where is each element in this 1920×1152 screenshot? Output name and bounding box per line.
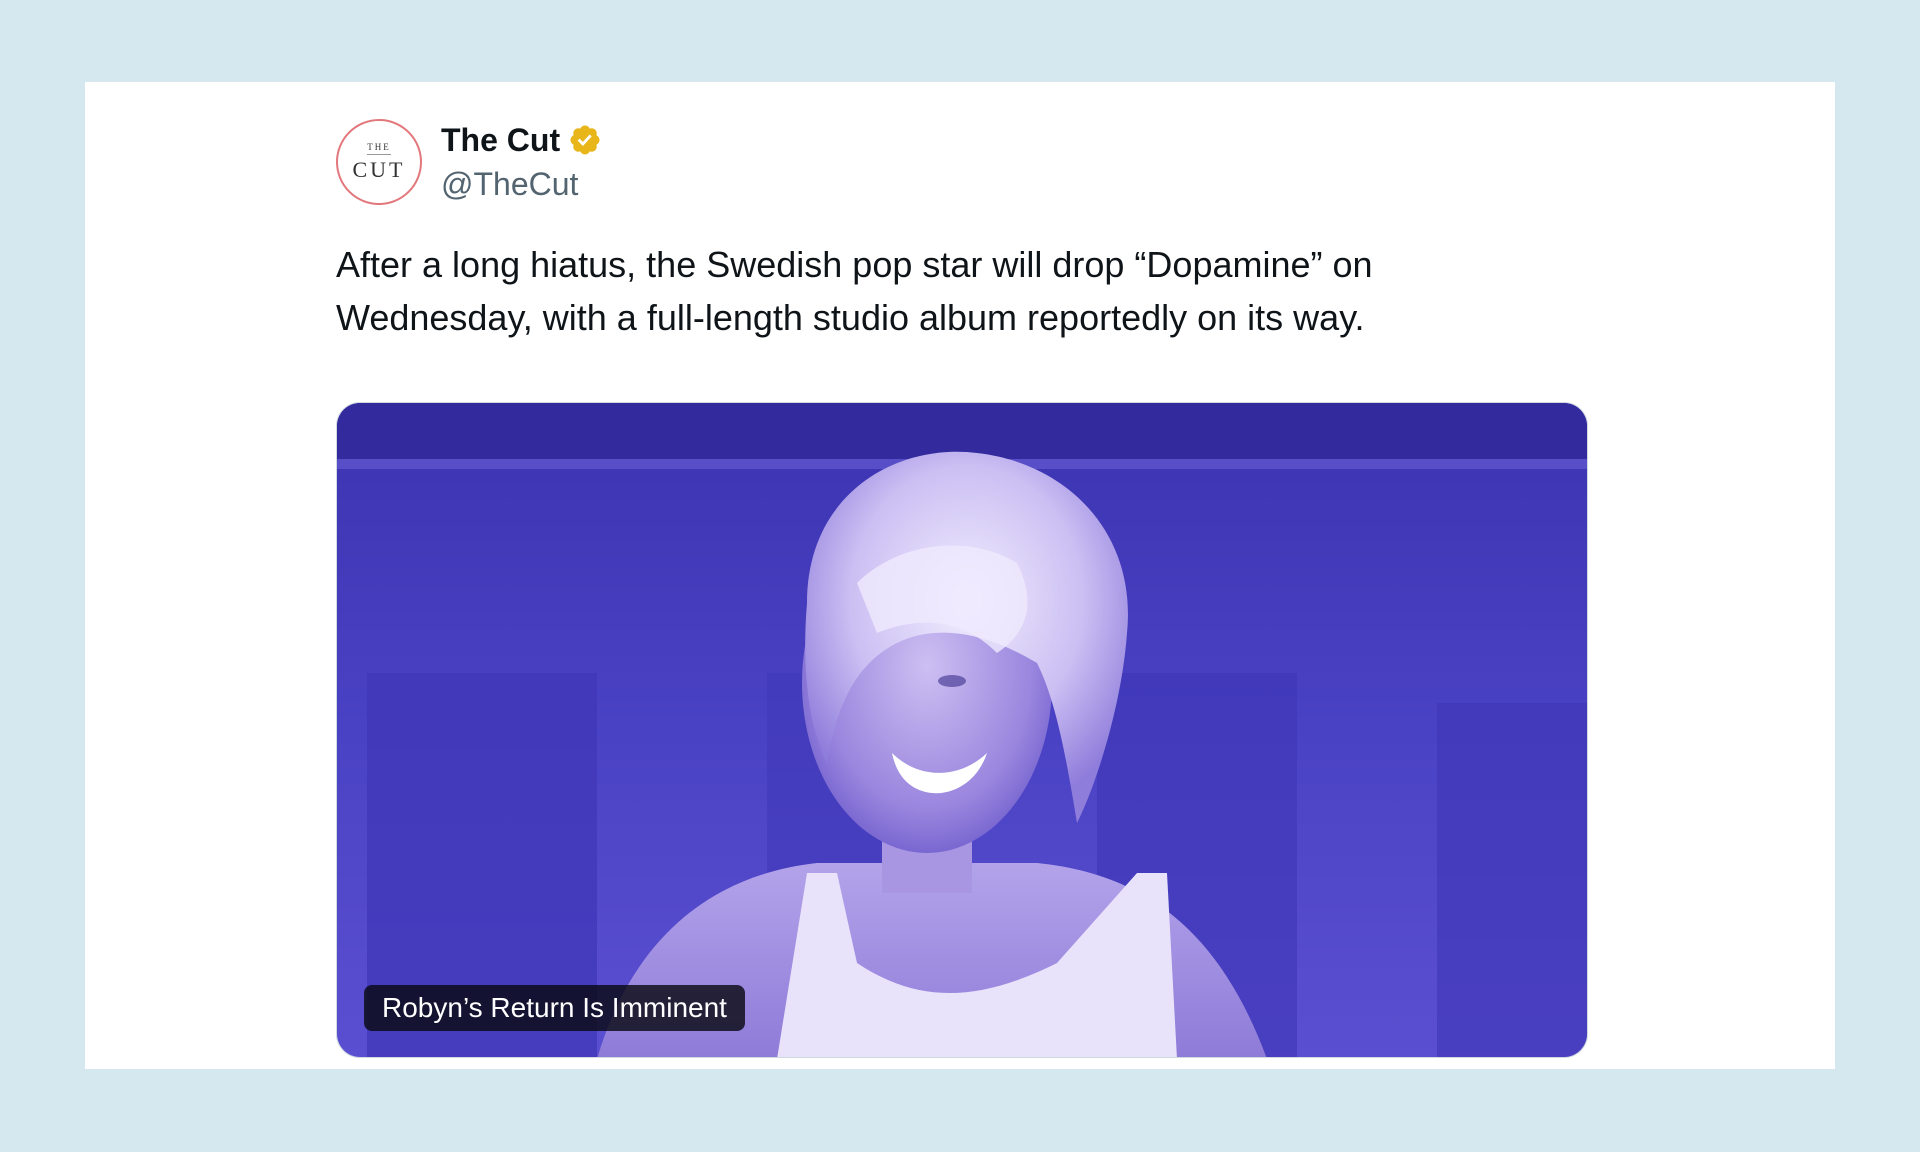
- avatar-text-small: THE: [367, 142, 391, 155]
- avatar[interactable]: THE CUT: [336, 119, 422, 205]
- display-name-row: The Cut: [441, 118, 602, 162]
- tweet-text: After a long hiatus, the Swedish pop sta…: [336, 244, 1373, 338]
- tweet-header: THE CUT The Cut @TheCut: [336, 116, 1588, 208]
- author-names: The Cut @TheCut: [441, 118, 602, 206]
- tweet: THE CUT The Cut @TheCut After a long hia…: [336, 116, 1588, 1058]
- tweet-card: THE CUT The Cut @TheCut After a long hia…: [85, 82, 1835, 1069]
- media-image[interactable]: Robyn’s Return Is Imminent: [336, 402, 1588, 1058]
- photo-illustration: [337, 403, 1587, 1057]
- handle[interactable]: @TheCut: [441, 162, 602, 206]
- avatar-text-big: CUT: [352, 157, 406, 182]
- display-name[interactable]: The Cut: [441, 122, 560, 159]
- verified-badge-icon: [570, 125, 600, 155]
- media-caption: Robyn’s Return Is Imminent: [364, 985, 745, 1031]
